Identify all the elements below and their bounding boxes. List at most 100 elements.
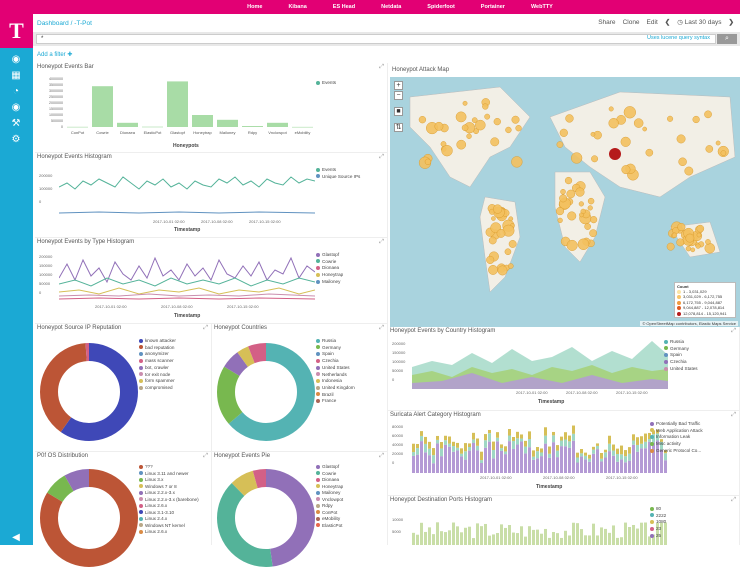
bar-segment[interactable] [600,458,603,462]
bar-segment[interactable] [500,444,503,449]
nav-portainer[interactable]: Portainer [481,4,505,10]
bar-segment[interactable] [528,526,531,545]
bar-segment[interactable] [528,431,531,440]
expand-icon[interactable]: ⤢ [203,453,208,460]
bar-segment[interactable] [456,526,459,545]
add-filter-link[interactable]: Add a filter ✚ [37,51,72,58]
bar-segment[interactable] [568,441,571,448]
bar-segment[interactable] [628,527,631,545]
legend-item[interactable]: ??? [145,464,153,469]
bar-segment[interactable] [440,456,443,473]
legend-item[interactable]: ElasticPot [322,523,342,528]
bar-segment[interactable] [520,438,523,442]
bar-segment[interactable] [608,532,611,545]
bar-segment[interactable] [508,441,511,473]
bar[interactable] [92,86,113,127]
map-marker[interactable] [608,106,614,112]
collapse-icon[interactable]: ◀ [9,530,23,544]
map-marker[interactable] [556,141,564,148]
bar-segment[interactable] [536,447,539,452]
bar-segment[interactable] [516,533,519,545]
bar-segment[interactable] [436,439,439,444]
map-marker[interactable] [488,236,497,245]
bar-segment[interactable] [448,446,451,473]
bar-segment[interactable] [412,452,415,456]
map-marker[interactable] [560,188,566,195]
bar-segment[interactable] [640,522,643,545]
legend-item[interactable]: Czechia [670,359,687,364]
map-marker[interactable] [566,239,578,251]
legend-item[interactable]: Generic Protocol Co... [656,448,701,453]
bar-segment[interactable] [584,455,587,460]
bar-segment[interactable] [560,440,563,447]
bar-segment[interactable] [516,444,519,473]
map-marker[interactable] [677,222,686,232]
bar-segment[interactable] [572,440,575,473]
bar-segment[interactable] [600,461,603,473]
bar-segment[interactable] [588,454,591,459]
bar-segment[interactable] [564,432,567,440]
bar-segment[interactable] [560,436,563,441]
expand-icon[interactable]: ⤢ [379,325,384,332]
bar-segment[interactable] [448,530,451,545]
expand-icon[interactable]: ⤢ [203,325,208,332]
bar-segment[interactable] [664,460,667,473]
map-marker[interactable] [462,100,468,106]
map-marker[interactable] [497,265,508,276]
bar-segment[interactable] [596,535,599,545]
bar-segment[interactable] [576,457,579,463]
bar-segment[interactable] [476,523,479,545]
map-marker[interactable] [434,121,444,131]
draw-rectangle-icon[interactable]: ■ [394,107,403,116]
bar-segment[interactable] [584,459,587,473]
map-marker[interactable] [609,148,621,160]
bar-segment[interactable] [508,525,511,545]
legend-item[interactable]: Honeytrap [322,272,343,277]
map-marker[interactable] [608,118,619,129]
bar-segment[interactable] [460,456,463,473]
clone-button[interactable]: Clone [623,19,640,26]
expand-icon[interactable]: ⤢ [731,328,736,335]
legend-item[interactable]: Misc activity [656,441,681,446]
map-marker[interactable] [491,216,496,221]
bar-segment[interactable] [440,531,443,545]
bar-segment[interactable] [612,525,615,545]
bar-segment[interactable] [572,433,575,441]
compass-icon[interactable]: ◉ [9,52,23,66]
bar-segment[interactable] [580,453,583,457]
map-marker[interactable] [418,115,427,124]
map-marker[interactable] [678,157,687,167]
bar-segment[interactable] [488,433,491,442]
map-marker[interactable] [488,265,498,275]
bar-segment[interactable] [560,537,563,545]
map-marker[interactable] [515,125,522,132]
bar-segment[interactable] [596,449,599,473]
bar-segment[interactable] [468,526,471,545]
bar-segment[interactable] [524,446,527,454]
bar-segment[interactable] [604,457,607,473]
expand-icon[interactable]: ⤢ [731,412,736,419]
bar-segment[interactable] [532,456,535,460]
bar-segment[interactable] [624,456,627,463]
bar-segment[interactable] [508,429,511,436]
map-marker[interactable] [482,103,489,110]
legend-item[interactable]: Events [322,80,336,85]
bar-segment[interactable] [624,462,627,473]
telekom-logo[interactable]: T [0,14,33,48]
bar-segment[interactable] [612,455,615,473]
legend-item[interactable]: ConPot [322,510,337,515]
map-marker[interactable] [577,238,590,251]
search-input[interactable]: * [36,34,716,44]
legend-item[interactable]: Czechia [322,358,339,363]
legend-item[interactable]: 80 [656,506,661,511]
legend-item[interactable]: Russia [322,338,336,343]
bar-segment[interactable] [492,441,495,450]
gear-icon[interactable]: ⚙ [9,132,23,146]
bar-segment[interactable] [556,445,559,451]
bar-segment[interactable] [552,431,555,436]
bar-segment[interactable] [608,443,611,452]
map-marker[interactable] [590,131,596,137]
bar-segment[interactable] [424,452,427,473]
bar-segment[interactable] [500,450,503,473]
map-marker[interactable] [566,189,576,199]
